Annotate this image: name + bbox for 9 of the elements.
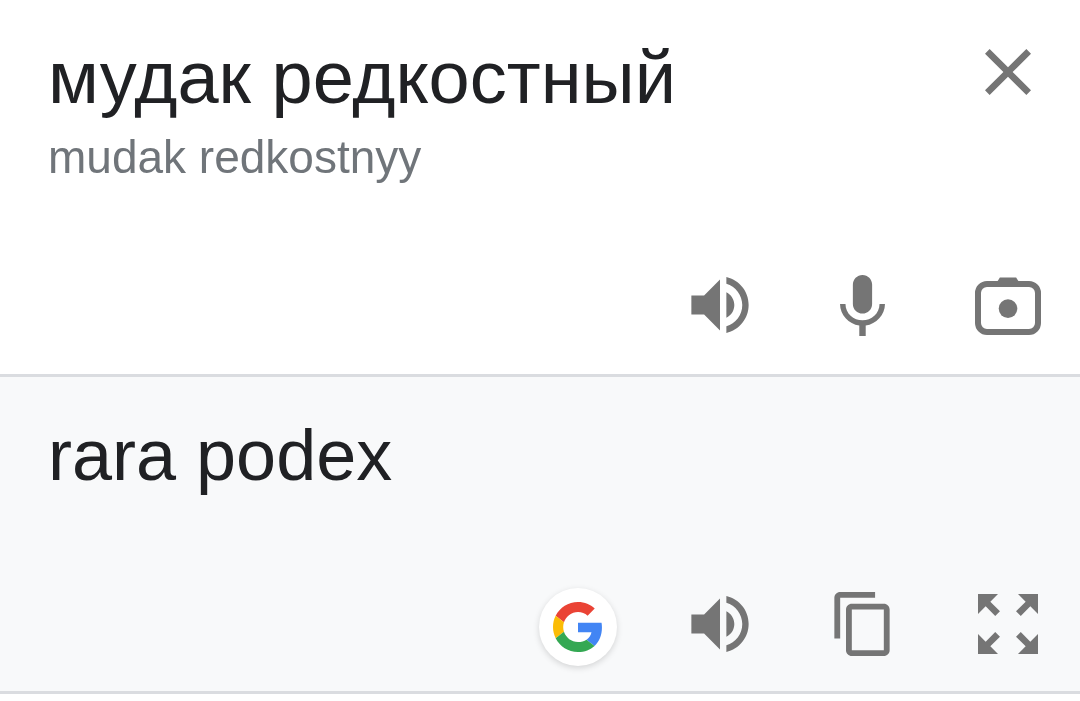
microphone-icon <box>839 274 885 336</box>
g-logo-button[interactable] <box>539 588 617 666</box>
g-logo-icon <box>553 602 603 652</box>
expand-arrows-icon <box>978 594 1038 654</box>
speaker-icon <box>691 596 749 652</box>
close-icon <box>985 49 1031 95</box>
copy-icon <box>834 592 890 656</box>
camera-icon <box>975 275 1041 335</box>
speaker-icon <box>691 277 749 333</box>
